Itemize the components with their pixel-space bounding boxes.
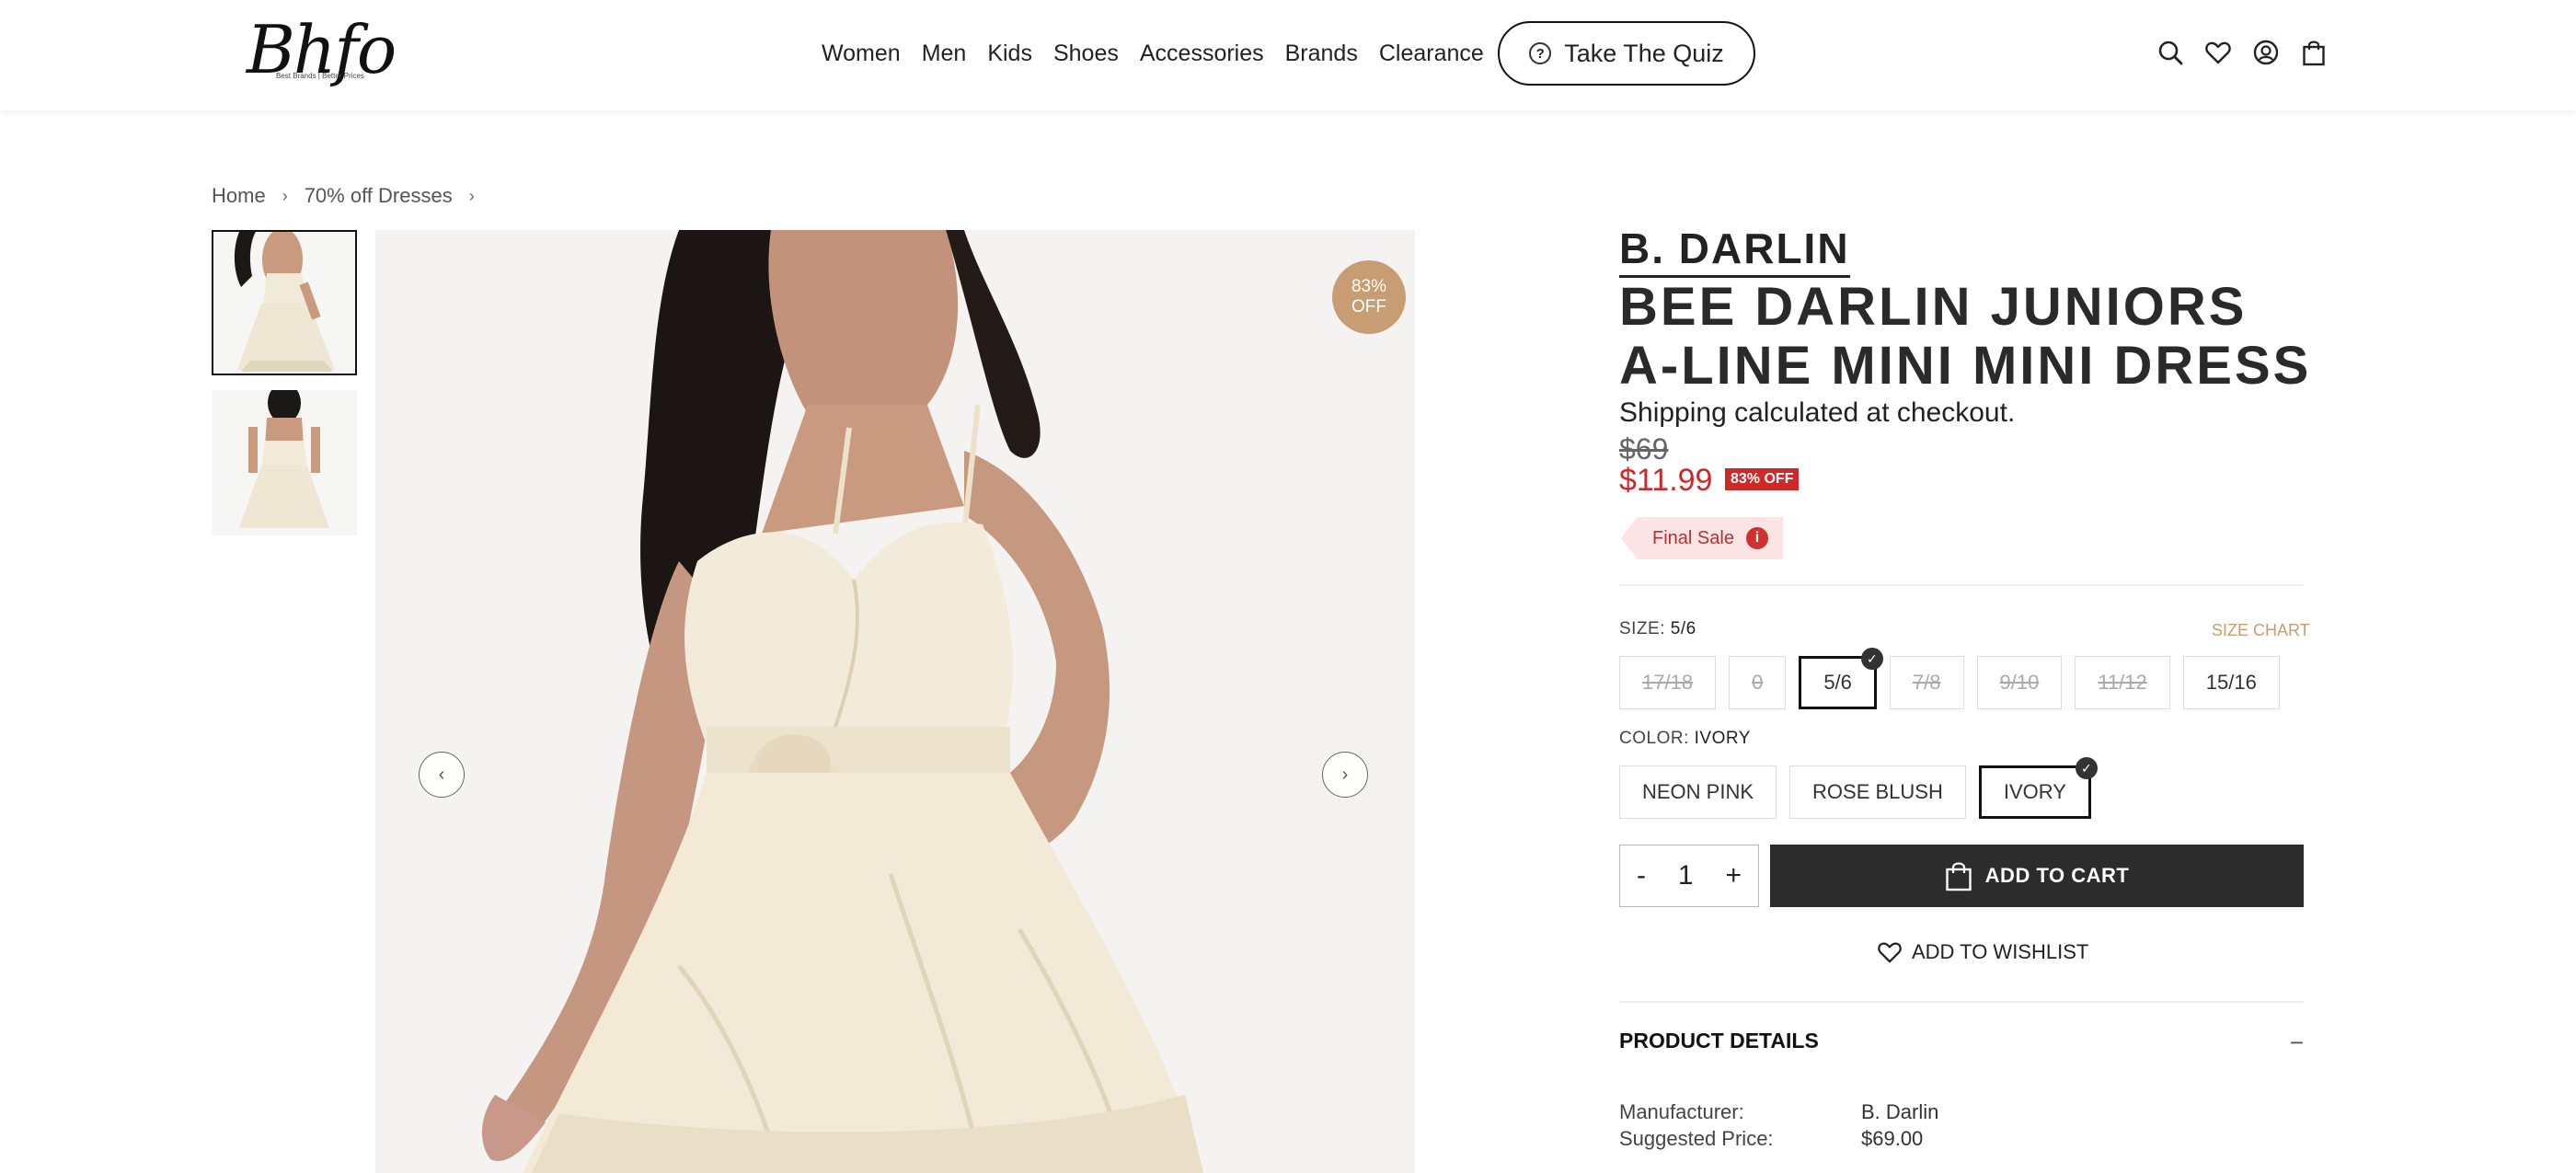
spec-label-manufacturer: Manufacturer:: [1619, 1100, 1744, 1123]
quantity-decrease-button[interactable]: -: [1637, 860, 1646, 891]
logo-tagline: Best Brands | Better Prices: [276, 72, 364, 80]
take-quiz-button[interactable]: ? Take The Quiz: [1498, 21, 1755, 86]
breadcrumb: Home › 70% off Dresses ›: [212, 184, 491, 208]
size-options: 17/18 0 5/6 ✓ 7/8 9/10 11/12 15/16: [1619, 648, 2280, 709]
collapse-icon: −: [2289, 1029, 2304, 1056]
checkmark-icon: ✓: [1860, 648, 1883, 670]
size-option-0[interactable]: 0: [1729, 656, 1787, 709]
chevron-right-icon: ›: [1341, 764, 1349, 785]
nav-women[interactable]: Women: [822, 37, 901, 70]
discount-tag: 83% OFF: [1725, 468, 1800, 490]
add-to-wishlist-button[interactable]: ADD TO WISHLIST: [1877, 940, 2088, 964]
product-details-toggle[interactable]: PRODUCT DETAILS −: [1619, 1029, 2304, 1057]
account-icon[interactable]: [2252, 39, 2280, 66]
bhfo-logo[interactable]: Bhfo Best Brands | Better Prices: [241, 13, 397, 96]
nav-men[interactable]: Men: [922, 37, 967, 70]
chevron-right-icon: ›: [468, 186, 475, 205]
breadcrumb-category[interactable]: 70% off Dresses: [305, 184, 453, 208]
color-option-rose-blush[interactable]: ROSE BLUSH: [1789, 765, 1966, 819]
final-sale-badge: Final Sale i: [1621, 517, 1783, 559]
size-chart-link[interactable]: SIZE CHART: [2212, 621, 2310, 640]
discount-badge: 83% OFF: [1332, 260, 1406, 334]
size-label: SIZE: 5/6: [1619, 619, 1696, 639]
checkmark-icon: ✓: [2075, 757, 2098, 779]
size-option-5-6[interactable]: 5/6 ✓: [1799, 648, 1883, 709]
spec-label-suggested-price: Suggested Price:: [1619, 1127, 1774, 1150]
size-label-text: SIZE:: [1619, 619, 1666, 638]
shopping-bag-icon: [1945, 862, 1972, 891]
color-label-text: COLOR:: [1619, 729, 1689, 748]
nav-accessories[interactable]: Accessories: [1140, 37, 1264, 70]
nav-shoes[interactable]: Shoes: [1053, 37, 1119, 70]
size-option-label: 5/6: [1823, 671, 1852, 694]
question-icon: ?: [1529, 42, 1552, 64]
spec-value-suggested-price: $69.00: [1861, 1127, 1924, 1150]
dress-front-thumbnail-image: [213, 232, 355, 374]
product-main-image: [375, 230, 1415, 1173]
heart-icon[interactable]: [2204, 39, 2232, 66]
color-option-label: IVORY: [2003, 780, 2066, 803]
size-option-7-8[interactable]: 7/8: [1889, 656, 1964, 709]
add-to-cart-label: ADD TO CART: [1984, 864, 2130, 887]
color-option-neon-pink[interactable]: NEON PINK: [1619, 765, 1777, 819]
spec-value-manufacturer: B. Darlin: [1861, 1100, 1939, 1123]
divider: [1619, 584, 2304, 586]
color-label: COLOR: IVORY: [1619, 729, 1751, 749]
next-image-button[interactable]: ›: [1322, 752, 1368, 798]
quiz-label: Take The Quiz: [1564, 39, 1724, 67]
quantity-stepper: - 1 +: [1619, 845, 1759, 907]
header-icons: [2156, 39, 2328, 66]
sale-price: $11.99: [1619, 463, 1713, 498]
quantity-increase-button[interactable]: +: [1725, 860, 1742, 891]
product-brand-link[interactable]: B. DARLIN: [1619, 224, 1850, 278]
final-sale-label: Final Sale: [1652, 527, 1734, 548]
main-nav: Women Men Kids Shoes Accessories Brands …: [822, 37, 1505, 70]
divider: [1619, 1001, 2304, 1003]
nav-brands[interactable]: Brands: [1285, 37, 1358, 70]
product-details-heading: PRODUCT DETAILS: [1619, 1029, 1819, 1052]
search-icon[interactable]: [2156, 39, 2184, 66]
thumbnail-front[interactable]: [212, 230, 357, 375]
shipping-note: Shipping calculated at checkout.: [1619, 397, 2016, 428]
add-to-cart-button[interactable]: ADD TO CART: [1770, 845, 2304, 907]
heart-icon: [1878, 942, 1902, 963]
chevron-left-icon: ‹: [438, 764, 445, 785]
site-header: Bhfo Best Brands | Better Prices Women M…: [0, 0, 2576, 110]
nav-kids[interactable]: Kids: [987, 37, 1032, 70]
add-to-wishlist-label: ADD TO WISHLIST: [1912, 940, 2089, 963]
size-option-15-16[interactable]: 15/16: [2182, 656, 2280, 709]
dress-model-image: [375, 230, 1415, 1173]
color-options: NEON PINK ROSE BLUSH IVORY ✓: [1619, 757, 2098, 819]
info-icon[interactable]: i: [1746, 527, 1768, 549]
prev-image-button[interactable]: ‹: [419, 752, 465, 798]
bag-icon[interactable]: [2300, 39, 2328, 66]
dress-back-thumbnail-image: [212, 390, 357, 535]
size-selected-value: 5/6: [1670, 619, 1696, 638]
color-option-ivory[interactable]: IVORY ✓: [1978, 757, 2098, 819]
product-title: BEE DARLIN JUNIORS A-LINE MINI MINI DRES…: [1619, 277, 2312, 396]
original-price: $69: [1619, 432, 1669, 466]
color-selected-value: IVORY: [1694, 729, 1751, 748]
quantity-value[interactable]: 1: [1678, 860, 1694, 891]
breadcrumb-home[interactable]: Home: [212, 184, 266, 208]
chevron-right-icon: ›: [282, 186, 288, 205]
size-option-11-12[interactable]: 11/12: [2075, 656, 2170, 709]
discount-badge-percent: 83%: [1351, 277, 1387, 296]
discount-badge-off: OFF: [1351, 297, 1386, 316]
nav-clearance[interactable]: Clearance: [1379, 37, 1484, 70]
thumbnail-back[interactable]: [212, 390, 357, 535]
size-option-17-18[interactable]: 17/18: [1619, 656, 1717, 709]
size-option-9-10[interactable]: 9/10: [1976, 656, 2063, 709]
